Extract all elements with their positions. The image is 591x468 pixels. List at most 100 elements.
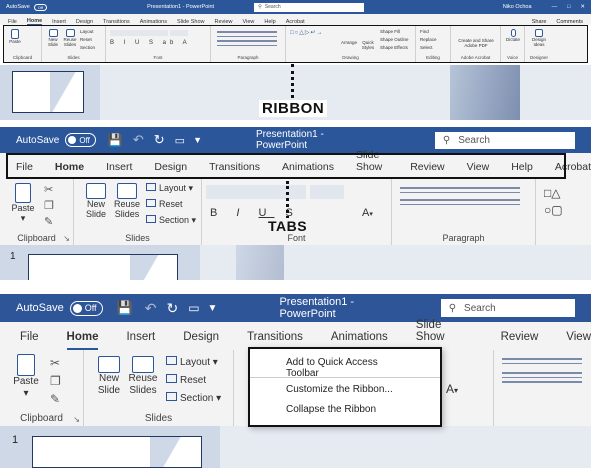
group-label-slides: Slides: [144, 413, 173, 424]
tab-view[interactable]: View: [566, 331, 591, 350]
font-size-box[interactable]: [170, 30, 188, 36]
clipboard-dialog-launcher-icon[interactable]: ↘: [73, 415, 80, 424]
tab-file[interactable]: File: [20, 331, 39, 350]
section-button[interactable]: Section: [80, 45, 95, 50]
layout-button[interactable]: Layout: [80, 29, 94, 34]
group-label-font: Font: [287, 233, 306, 243]
panel-context-menu: AutoSave Off 💾 ↶ ↻ ▭ ▼ Presentation1 - P…: [0, 294, 591, 468]
layout-button[interactable]: Layout ▾: [166, 356, 218, 369]
window-title: Presentation1 - PowerPoint: [147, 4, 215, 10]
select-button[interactable]: Select: [420, 45, 433, 50]
maximize-icon[interactable]: □: [567, 4, 570, 10]
search-box[interactable]: ⚲ Search: [254, 2, 365, 12]
section-icon: [146, 215, 156, 223]
layout-button[interactable]: Layout ▾: [146, 183, 193, 193]
paragraph-icons[interactable]: [502, 358, 582, 386]
save-icon[interactable]: 💾: [108, 133, 123, 147]
cut-icon[interactable]: ✂: [50, 356, 60, 370]
save-icon[interactable]: 💾: [117, 300, 133, 316]
find-button[interactable]: Find: [420, 29, 429, 34]
close-icon[interactable]: ✕: [580, 4, 585, 10]
quick-styles-button[interactable]: Quick Styles: [360, 40, 376, 50]
group-label-slides: Slides: [67, 55, 80, 60]
arrange-button[interactable]: Arrange: [341, 40, 357, 45]
reset-button[interactable]: Reset: [166, 374, 206, 387]
shape-outline-button[interactable]: Shape Outline: [380, 37, 409, 42]
font-size-box[interactable]: [310, 185, 344, 199]
menu-item-customize-ribbon[interactable]: Customize the Ribbon...: [250, 382, 440, 402]
shapes-gallery[interactable]: □○△▷↵→: [290, 29, 324, 36]
menu-item-collapse-ribbon[interactable]: Collapse the Ribbon: [250, 402, 440, 418]
font-name-box[interactable]: [206, 185, 306, 199]
paste-button[interactable]: Paste ▾: [10, 354, 42, 399]
group-font: B I U S ab A Font: [106, 26, 211, 62]
customize-qat-icon[interactable]: ▼: [208, 303, 218, 314]
new-slide-button[interactable]: New Slide: [45, 29, 61, 47]
font-name-box[interactable]: [110, 30, 168, 36]
tab-design[interactable]: Design: [183, 331, 219, 350]
paste-button[interactable]: Paste ▾: [8, 183, 38, 224]
paragraph-icons[interactable]: [217, 31, 277, 49]
font-color-icon[interactable]: A▾: [362, 207, 373, 219]
group-label-slides: Slides: [125, 233, 150, 243]
section-button[interactable]: Section ▾: [146, 215, 196, 225]
replace-button[interactable]: Replace: [420, 37, 437, 42]
reuse-slides-button[interactable]: Reuse Slides: [126, 356, 160, 396]
reuse-slides-button[interactable]: Reuse Slides: [62, 29, 78, 47]
group-label-clipboard: Clipboard: [12, 55, 33, 60]
reset-icon: [146, 199, 156, 207]
minimize-icon[interactable]: —: [552, 4, 558, 10]
autosave-toggle[interactable]: Off: [33, 3, 48, 11]
undo-icon[interactable]: ↶: [145, 300, 157, 317]
slide-canvas-decoration: [450, 65, 520, 120]
slide-number: 1: [10, 251, 16, 262]
new-slide-button[interactable]: New Slide: [92, 356, 126, 396]
group-drawing: □△ ○▢: [536, 179, 586, 245]
format-painter-icon[interactable]: ✎: [50, 392, 60, 406]
present-icon[interactable]: ▭: [188, 301, 199, 315]
redo-icon[interactable]: ↻: [154, 132, 165, 148]
section-button[interactable]: Section ▾: [166, 392, 221, 405]
group-designer: Design Ideas Designer: [525, 26, 553, 62]
create-share-pdf-button[interactable]: Create and Share Adobe PDF: [454, 38, 498, 48]
layout-icon: [146, 183, 156, 191]
customize-qat-icon[interactable]: ▼: [193, 135, 202, 145]
paragraph-icons[interactable]: [400, 187, 520, 208]
tab-home[interactable]: Home: [26, 18, 43, 25]
slide-pane: 1: [0, 245, 591, 280]
dictate-button[interactable]: Dictate: [503, 29, 523, 42]
shapes-gallery[interactable]: □△ ○▢: [544, 185, 563, 219]
autosave-label: AutoSave: [16, 302, 64, 314]
copy-icon[interactable]: ❐: [44, 199, 54, 212]
tab-slide-show[interactable]: Slide Show: [416, 319, 473, 350]
present-icon[interactable]: ▭: [175, 134, 185, 147]
new-slide-button[interactable]: New Slide: [80, 183, 112, 220]
format-painter-icon[interactable]: ✎: [44, 215, 53, 228]
cut-icon[interactable]: ✂: [44, 183, 53, 196]
tab-home[interactable]: Home: [66, 331, 99, 350]
redo-icon[interactable]: ↻: [166, 300, 178, 317]
autosave-toggle[interactable]: Off: [65, 133, 96, 147]
group-label-font: Font: [153, 55, 163, 60]
reuse-slides-button[interactable]: Reuse Slides: [112, 183, 142, 220]
undo-icon[interactable]: ↶: [133, 132, 144, 148]
reset-button[interactable]: Reset: [80, 37, 92, 42]
menu-item-add-to-qat[interactable]: Add to Quick Access Toolbar: [250, 357, 440, 379]
autosave-label: AutoSave: [6, 4, 30, 10]
tab-insert[interactable]: Insert: [126, 331, 155, 350]
search-box[interactable]: ⚲ Search: [434, 131, 575, 149]
autosave-toggle[interactable]: Off: [69, 300, 103, 316]
shape-fill-button[interactable]: Shape Fill: [380, 29, 400, 34]
design-ideas-button[interactable]: Design Ideas: [527, 29, 551, 47]
reset-button[interactable]: Reset: [146, 199, 183, 209]
ribbon: Paste ▾ ✂ ❐ ✎ Clipboard ↘ New Slide Reuse…: [0, 179, 591, 245]
paste-button[interactable]: Paste: [8, 29, 22, 44]
copy-icon[interactable]: ❐: [50, 374, 61, 388]
group-drawing: □○△▷↵→ Arrange Quick Styles Shape Fill S…: [286, 26, 416, 62]
tab-review[interactable]: Review: [501, 331, 539, 350]
shape-effects-button[interactable]: Shape Effects: [380, 45, 408, 50]
font-format-icons[interactable]: B I U S ab A: [110, 40, 191, 46]
clipboard-dialog-launcher-icon[interactable]: ↘: [63, 234, 70, 243]
font-color-icon[interactable]: A▾: [446, 382, 458, 396]
search-box[interactable]: ⚲ Search: [440, 299, 575, 317]
